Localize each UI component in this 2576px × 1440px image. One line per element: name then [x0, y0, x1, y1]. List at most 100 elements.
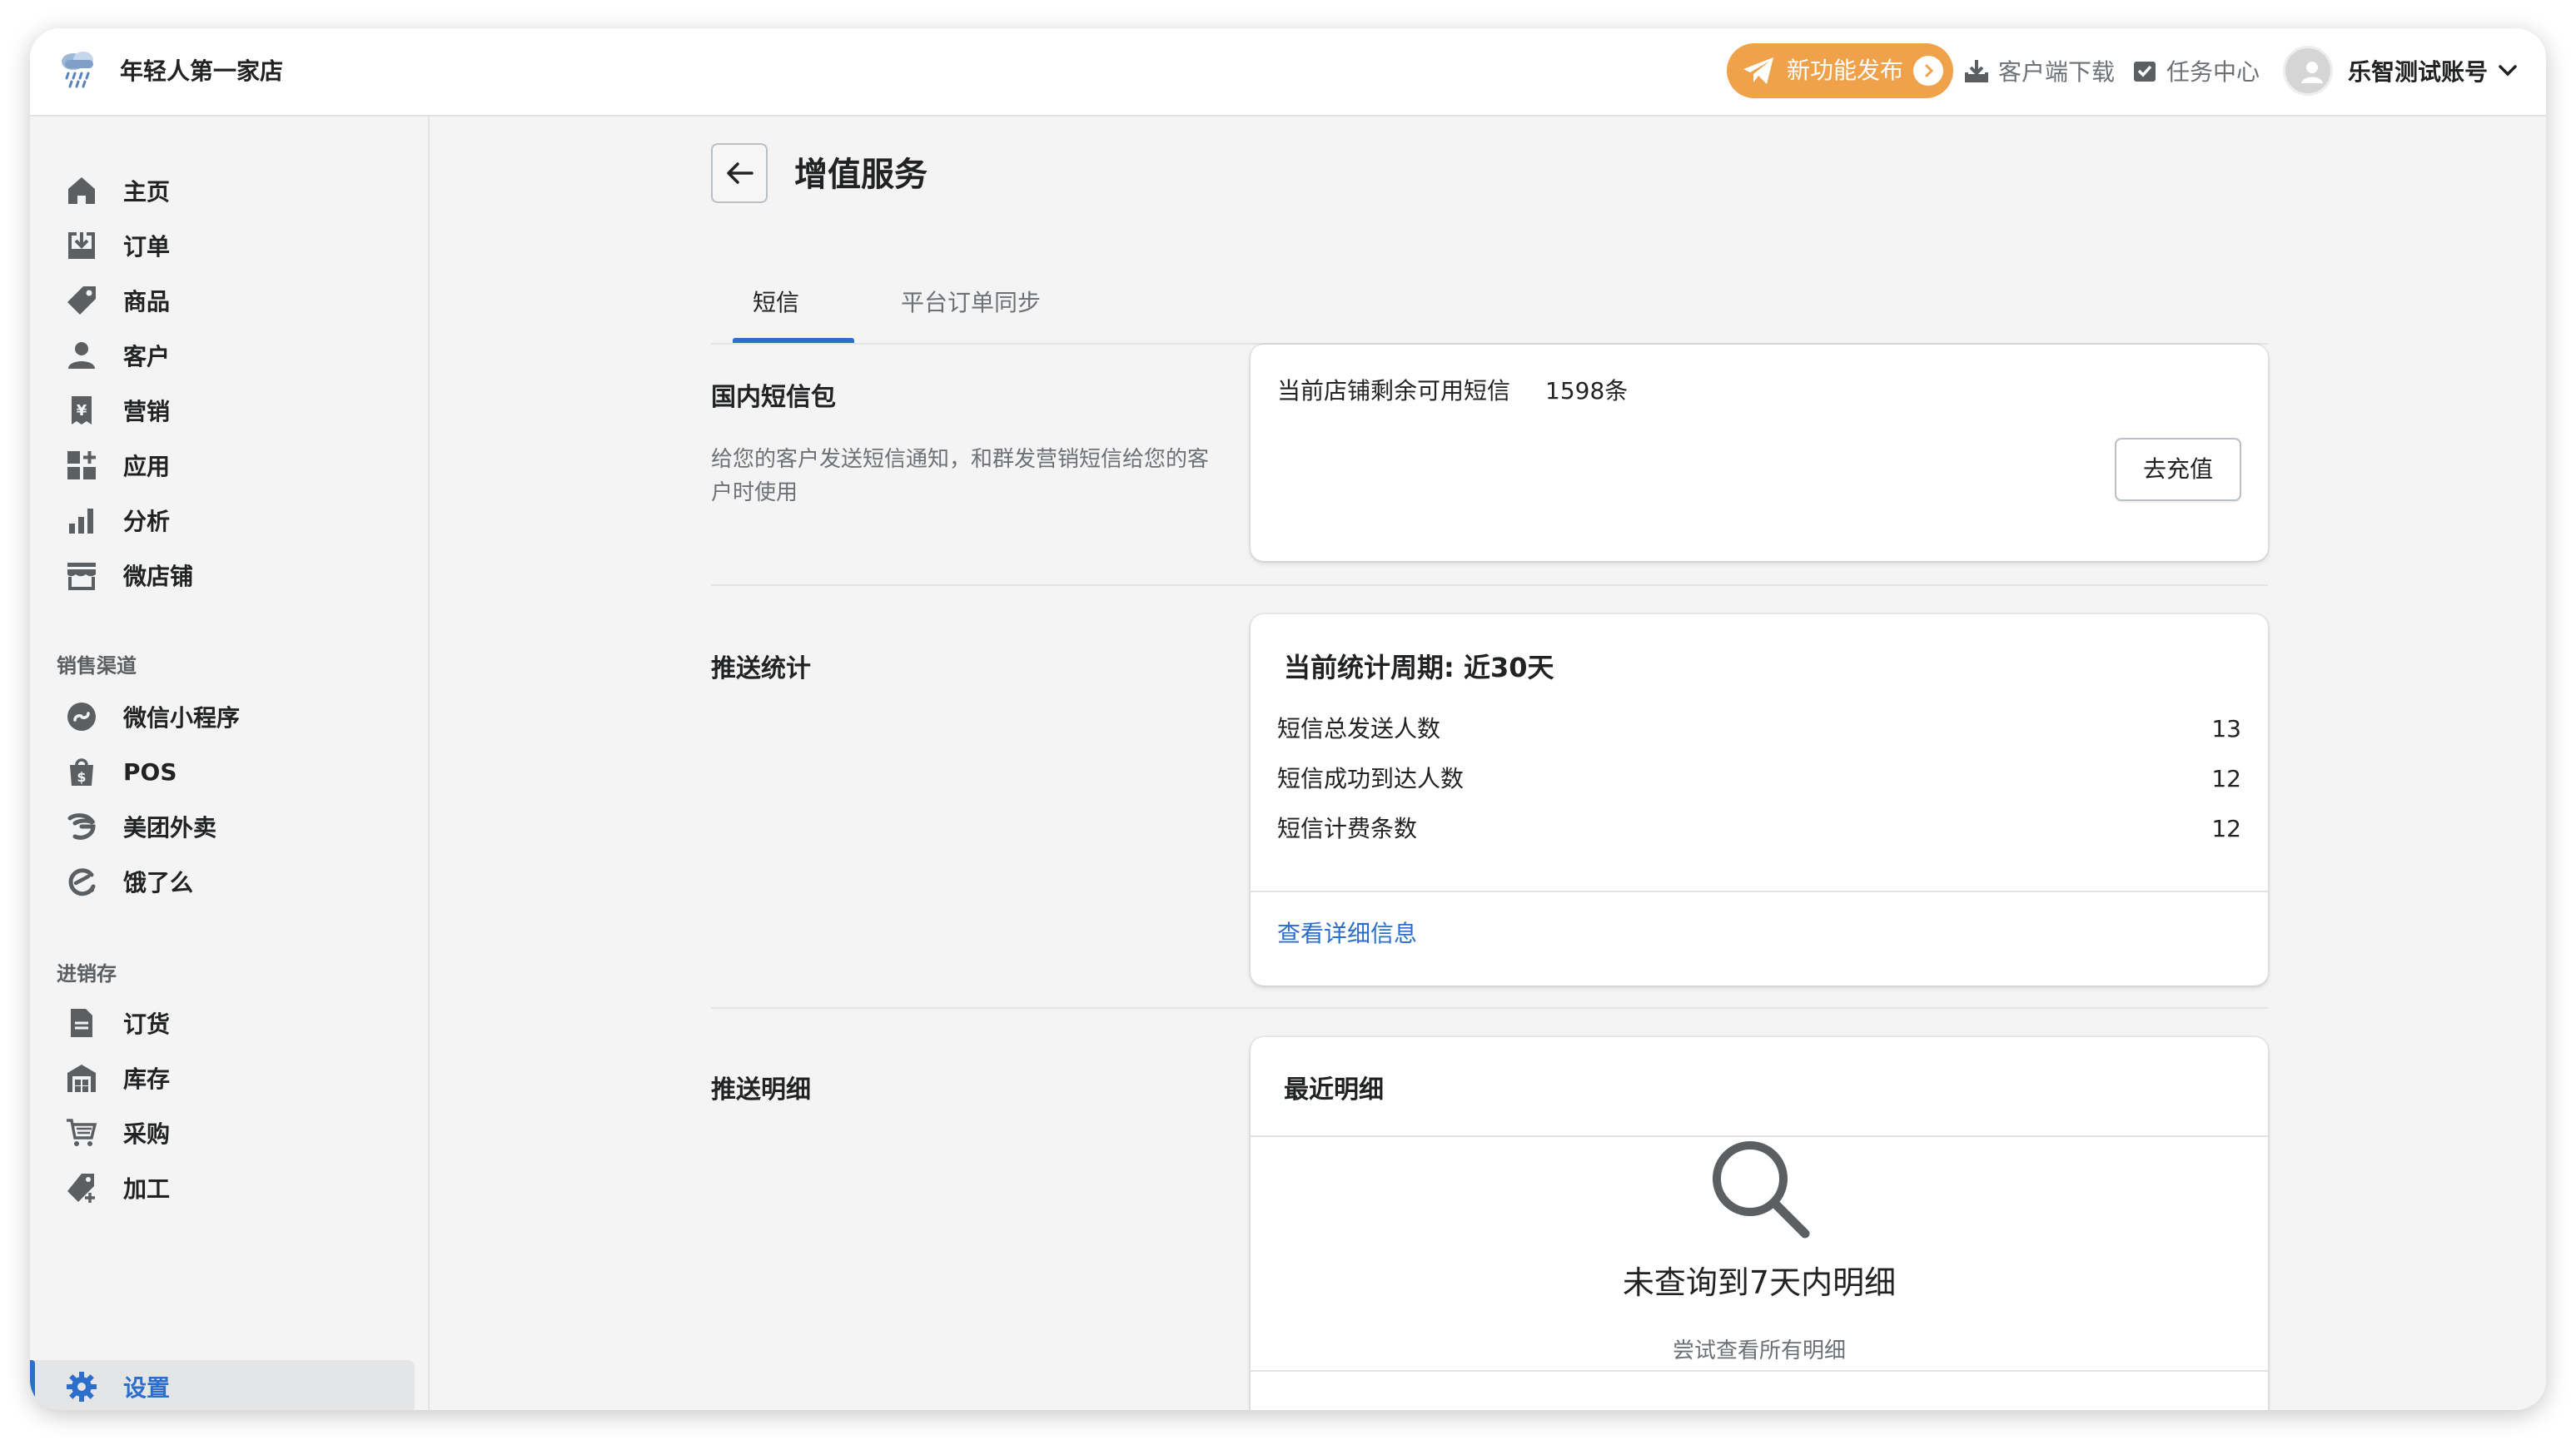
sidebar-item-customers[interactable]: 客户 [30, 328, 430, 383]
paper-plane-icon [1743, 57, 1773, 84]
tab-bar: 短信 平台订单同步 [711, 253, 2268, 345]
task-center-label: 任务中心 [2166, 58, 2260, 86]
svg-text:$: $ [77, 769, 86, 785]
sidebar-item-eleme[interactable]: 饿了么 [30, 854, 430, 909]
home-icon [63, 172, 100, 209]
gear-icon [63, 1368, 100, 1405]
client-download-label: 客户端下载 [1998, 58, 2116, 86]
sms-package-title: 国内短信包 [711, 383, 836, 412]
section-title-sales: 销售渠道 [57, 654, 137, 678]
push-details-title: 推送明细 [711, 1075, 811, 1105]
sidebar-item-miniprogram[interactable]: 微信小程序 [30, 689, 430, 744]
section-title-inventory: 进销存 [57, 962, 117, 986]
sidebar-item-label: 加工 [123, 1175, 171, 1203]
push-stats-title: 推送统计 [711, 654, 811, 683]
sidebar-item-label: 客户 [123, 343, 171, 370]
section-divider [711, 1007, 2268, 1009]
sidebar-item-marketing[interactable]: ¥ 营销 [30, 383, 430, 438]
sidebar-item-home[interactable]: 主页 [30, 163, 430, 218]
customer-icon [63, 337, 100, 374]
stat-label: 短信成功到达人数 [1277, 765, 1465, 792]
store-name[interactable]: 年轻人第一家店 [120, 53, 283, 90]
top-bar: 年轻人第一家店 新功能发布 客户端下载 任务中心 乐智测试账号 [30, 28, 2546, 117]
tab-sms[interactable]: 短信 [753, 253, 799, 345]
stats-period-label: 当前统计周期: 近30天 [1284, 652, 1554, 683]
sidebar-item-stock[interactable]: 库存 [30, 1050, 430, 1105]
sidebar-item-processing[interactable]: 加工 [30, 1160, 430, 1215]
sidebar-item-label: 库存 [123, 1065, 171, 1093]
account-name: 乐智测试账号 [2348, 58, 2489, 86]
meituan-icon [63, 808, 100, 845]
tag-add-icon [63, 1169, 100, 1206]
card-divider [1251, 1370, 2268, 1372]
sidebar-item-settings[interactable]: 设置 [30, 1359, 430, 1410]
stat-value: 12 [2211, 765, 2241, 792]
eleme-icon [63, 863, 100, 900]
marketing-icon: ¥ [63, 392, 100, 429]
sidebar-item-label: 微店铺 [123, 563, 194, 590]
sms-balance-card: 当前店铺剩余可用短信 1598条 去充值 [1251, 345, 2268, 561]
sidebar-item-label: 订单 [123, 233, 171, 261]
task-check-icon [2134, 62, 2156, 82]
download-icon [1965, 60, 1988, 82]
document-icon [63, 1005, 100, 1041]
client-download-link[interactable]: 客户端下载 [1963, 45, 2115, 97]
analytics-icon [63, 502, 100, 539]
chevron-down-icon [2499, 65, 2517, 77]
recharge-button[interactable]: 去充值 [2115, 438, 2241, 501]
sidebar-item-meituan[interactable]: 美团外卖 [30, 799, 430, 854]
view-details-link[interactable]: 查看详细信息 [1277, 917, 1417, 951]
stat-value: 13 [2211, 715, 2241, 742]
stat-label: 短信总发送人数 [1277, 715, 1441, 742]
chevron-right-icon [1913, 56, 1944, 86]
avatar [2283, 46, 2333, 96]
sidebar-item-products[interactable]: 商品 [30, 273, 430, 328]
sidebar-item-orders[interactable]: 订单 [30, 218, 430, 273]
store-icon [63, 557, 100, 593]
tab-platform-order-sync[interactable]: 平台订单同步 [901, 253, 1041, 345]
stat-row: 短信计费条数 12 [1277, 811, 2241, 847]
stat-row: 短信成功到达人数 12 [1277, 761, 2241, 797]
sidebar-item-store[interactable]: 微店铺 [30, 548, 430, 603]
back-button[interactable] [711, 143, 768, 203]
arrow-left-icon [727, 162, 753, 184]
sidebar-item-label: 设置 [123, 1374, 171, 1402]
search-icon [1713, 1141, 1810, 1239]
remaining-sms-label: 当前店铺剩余可用短信 [1277, 377, 1511, 405]
remaining-sms-value: 1598条 [1545, 377, 1629, 405]
empty-state-subtitle[interactable]: 尝试查看所有明细 [1251, 1335, 2268, 1367]
new-feature-label: 新功能发布 [1787, 57, 1904, 84]
sidebar-item-analytics[interactable]: 分析 [30, 493, 430, 548]
svg-text:¥: ¥ [77, 402, 87, 420]
section-divider [711, 584, 2268, 586]
store-logo-icon [62, 52, 93, 88]
sidebar-item-apps[interactable]: 应用 [30, 438, 430, 493]
sidebar-item-label: 采购 [123, 1120, 171, 1148]
recent-details-title: 最近明细 [1284, 1075, 1384, 1105]
sidebar-item-pos[interactable]: $ POS [30, 744, 430, 799]
stat-value: 12 [2211, 815, 2241, 842]
sidebar-item-label: POS [123, 757, 177, 786]
card-divider [1251, 891, 2268, 892]
sidebar-item-label: 微信小程序 [123, 704, 241, 732]
pos-icon: $ [63, 753, 100, 790]
cart-icon [63, 1115, 100, 1151]
push-stats-card: 当前统计周期: 近30天 短信总发送人数 13 短信成功到达人数 12 短信计费… [1251, 614, 2268, 986]
sidebar-item-label: 美团外卖 [123, 814, 217, 842]
miniprogram-icon [63, 698, 100, 735]
orders-icon [63, 227, 100, 264]
sidebar: 主页 订单 商品 客户 ¥ 营销 应用 分析 微店铺 销售渠道 微信小程序 $ … [30, 117, 430, 1410]
stat-label: 短信计费条数 [1277, 815, 1418, 842]
warehouse-icon [63, 1060, 100, 1096]
sidebar-item-purchase-order[interactable]: 订货 [30, 996, 430, 1050]
sms-package-description: 给您的客户发送短信通知，和群发营销短信给您的客户时使用 [711, 447, 1210, 505]
apps-icon [63, 447, 100, 484]
sidebar-item-procurement[interactable]: 采购 [30, 1105, 430, 1160]
stat-row: 短信总发送人数 13 [1277, 711, 2241, 747]
sidebar-item-label: 应用 [123, 453, 171, 480]
account-menu[interactable]: 乐智测试账号 [2283, 42, 2519, 100]
new-feature-button[interactable]: 新功能发布 [1727, 43, 1953, 98]
tag-icon [63, 282, 100, 319]
sidebar-item-label: 主页 [123, 178, 171, 206]
task-center-link[interactable]: 任务中心 [2131, 45, 2260, 97]
